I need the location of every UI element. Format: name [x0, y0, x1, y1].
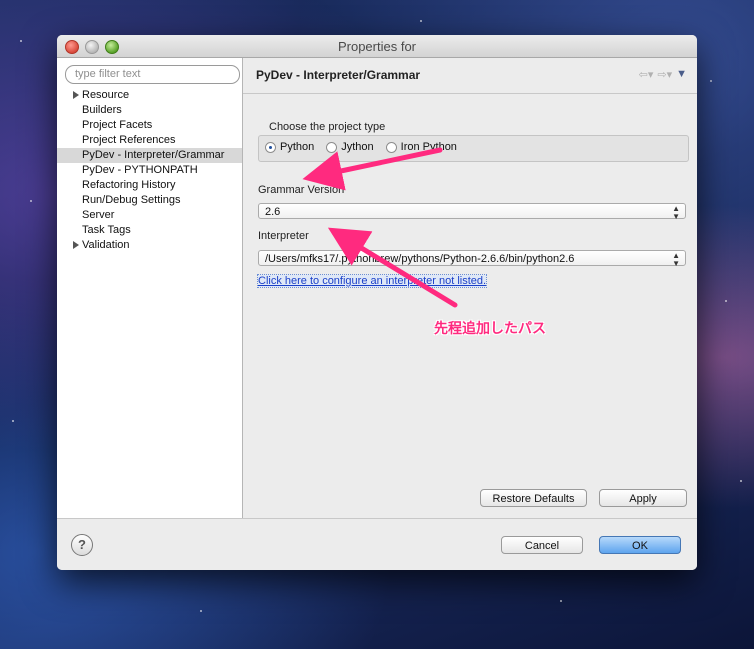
apply-button[interactable]: Apply [599, 489, 687, 507]
properties-window: Properties for type filter text Resource… [57, 35, 697, 570]
tree-item-refactoring-history[interactable]: Refactoring History [57, 178, 242, 193]
radio-unselected-icon[interactable] [326, 141, 338, 153]
tree-item-task-tags[interactable]: Task Tags [57, 223, 242, 238]
forward-arrow-icon[interactable]: ⇨▾ [657, 68, 672, 81]
title-bar: Properties for [57, 35, 697, 58]
tree-item-server[interactable]: Server [57, 208, 242, 223]
expand-arrow-icon[interactable] [73, 91, 79, 99]
tree-item-pydev-pythonpath[interactable]: PyDev - PYTHONPATH [57, 163, 242, 178]
configure-interpreter-link[interactable]: Click here to configure an interpreter n… [256, 274, 488, 288]
interpreter-select[interactable]: /Users/mfks17/.pythonbrew/pythons/Python… [258, 250, 686, 268]
left-navigation-pane: type filter text Resource Builders Proje… [57, 58, 243, 518]
page-title: PyDev - Interpreter/Grammar [256, 68, 421, 82]
grammar-version-label: Grammar Version [258, 184, 345, 196]
help-icon[interactable]: ? [71, 534, 93, 556]
stepper-arrows-icon: ▲ ▼ [672, 204, 680, 221]
interpreter-label: Interpreter [258, 230, 309, 242]
view-menu-icon[interactable]: ▼ [676, 68, 687, 81]
tree-item-resource[interactable]: Resource [57, 88, 242, 103]
radio-selected-icon[interactable] [265, 141, 276, 153]
filter-input[interactable]: type filter text [65, 65, 240, 84]
tree-item-project-references[interactable]: Project References [57, 133, 242, 148]
radio-iron-python[interactable]: Iron Python [385, 141, 457, 153]
project-type-label: Choose the project type [269, 121, 386, 133]
tree-item-run-debug-settings[interactable]: Run/Debug Settings [57, 193, 242, 208]
property-page-tree: Resource Builders Project Facets Project… [57, 88, 242, 253]
tree-item-pydev-interpreter-grammar[interactable]: PyDev - Interpreter/Grammar [57, 148, 242, 163]
back-arrow-icon[interactable]: ⇦▾ [639, 68, 654, 81]
window-title: Properties for [337, 39, 417, 54]
dialog-button-bar: ? Cancel OK [57, 518, 697, 570]
page-navigation: ⇦▾ ⇨▾ ▼ [639, 68, 687, 81]
restore-defaults-button[interactable]: Restore Defaults [480, 489, 587, 507]
settings-page: PyDev - Interpreter/Grammar ⇦▾ ⇨▾ ▼ Choo… [243, 58, 697, 518]
stepper-arrows-icon: ▲ ▼ [672, 251, 680, 268]
ok-button[interactable]: OK [599, 536, 681, 554]
expand-arrow-icon[interactable] [73, 241, 79, 249]
radio-jython[interactable]: Jython [326, 141, 374, 153]
cancel-button[interactable]: Cancel [501, 536, 583, 554]
tree-item-project-facets[interactable]: Project Facets [57, 118, 242, 133]
tree-item-builders[interactable]: Builders [57, 103, 242, 118]
tree-item-validation[interactable]: Validation [57, 238, 242, 253]
annotation-text: 先程追加したパス [434, 321, 546, 337]
grammar-version-select[interactable]: 2.6 ▲ ▼ [258, 203, 686, 221]
radio-unselected-icon[interactable] [385, 141, 397, 153]
radio-python[interactable]: Python [265, 141, 314, 153]
header-divider [243, 93, 697, 94]
project-type-group: Python Jython Iron Python [258, 135, 689, 162]
